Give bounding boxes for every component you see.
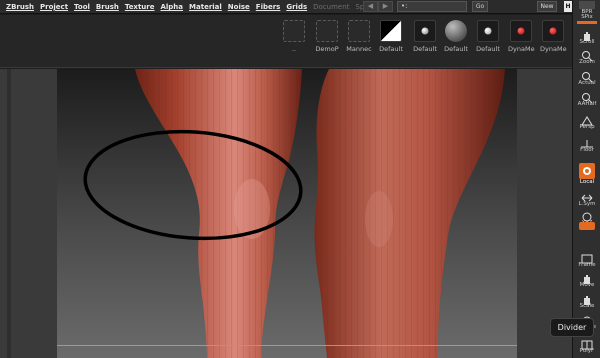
shelf-slot-dynamesh-1[interactable]: DynaMe (508, 20, 535, 53)
back-arrow-icon[interactable]: ◀ (363, 1, 378, 12)
shelf-slot-mannequin[interactable]: Mannec (346, 20, 372, 53)
help-button[interactable]: H (564, 1, 572, 12)
shelf-slot-default-sphere[interactable]: Default (412, 20, 438, 53)
tool-zoom[interactable]: Zoom (575, 47, 599, 66)
move-icon (579, 270, 595, 284)
right-tray[interactable] (517, 69, 572, 358)
shelf-slot-history[interactable]: .. (281, 20, 307, 53)
shelf-slot-default-large-sphere[interactable]: Default (443, 20, 469, 53)
spix-slider-bar (577, 21, 597, 24)
mannequin-icon (348, 20, 370, 42)
aahalf-icon (579, 89, 595, 104)
menu-grids[interactable]: Grids (286, 2, 307, 12)
spix-label: SPix (581, 14, 593, 20)
demo-project-icon (316, 20, 338, 42)
shelf-slot-label: Mannec (346, 45, 372, 53)
xyz-rotate-icon (579, 208, 595, 222)
menu-brush[interactable]: Brush (96, 2, 119, 12)
bpr-icon (579, 1, 595, 9)
shelf-slot-label: .. (291, 45, 297, 53)
dynamesh-icon (542, 20, 564, 42)
zoom-icon (579, 47, 595, 62)
default-sphere-icon (414, 20, 436, 42)
shelf-slot-demoproject[interactable]: DemoP (314, 20, 340, 53)
shelf-slot-default-material[interactable]: Default (378, 20, 404, 53)
document-canvas[interactable] (57, 69, 517, 358)
tool-polyf[interactable]: PolyF (575, 336, 599, 355)
menu-material[interactable]: Material (189, 2, 222, 12)
tool-actual[interactable]: Actual (575, 68, 599, 87)
tool-aahalf[interactable]: AAHalf (575, 89, 599, 108)
shelf-slot-label: DemoP (315, 45, 339, 53)
spix-slider[interactable]: SPix (575, 14, 599, 24)
menu-noise[interactable]: Noise (228, 2, 250, 12)
local-symmetry-icon (579, 189, 595, 202)
tool-scale[interactable]: Scale (575, 291, 599, 310)
3d-model-viewport[interactable] (57, 69, 517, 358)
go-button[interactable]: Go (472, 1, 488, 12)
actual-size-icon (579, 68, 595, 83)
menu-fibers[interactable]: Fibers (256, 2, 281, 12)
tool-persp[interactable]: Persp (575, 112, 599, 131)
shelf-slot-label: Default (413, 45, 437, 53)
y-axis-icon (579, 222, 595, 230)
menu-alpha[interactable]: Alpha (160, 2, 183, 12)
quick-search-input[interactable]: •: (397, 1, 467, 12)
default-small-sphere-icon (477, 20, 499, 42)
dynamesh-icon (510, 20, 532, 42)
left-tray-rail[interactable] (7, 69, 11, 358)
new-button[interactable]: New (537, 1, 557, 12)
shelf-slot-label: Default (476, 45, 500, 53)
shelf-slot-label: DynaMe (540, 45, 567, 53)
menu-texture[interactable]: Texture (125, 2, 155, 12)
tool-frame[interactable]: Frame (575, 250, 599, 269)
tool-local[interactable]: Local (575, 163, 599, 186)
polyframe-icon (579, 336, 595, 350)
scale-icon (579, 291, 595, 305)
tool-floor[interactable]: Floor (575, 135, 599, 154)
tool-lsym[interactable]: L.Sym (575, 189, 599, 208)
rotate-y-toggle[interactable] (575, 222, 599, 230)
floor-grid-icon (579, 135, 595, 148)
history-icon (283, 20, 305, 42)
tool-shelf: .. DemoP Mannec Default Default Default … (0, 15, 572, 68)
shelf-slot-default-small-sphere[interactable]: Default (475, 20, 501, 53)
right-leg-wireframe (314, 69, 505, 358)
forward-arrow-icon[interactable]: ▶ (378, 1, 393, 12)
perspective-icon (579, 112, 595, 126)
shelf-slot-dynamesh-2[interactable]: DynaMe (540, 20, 567, 53)
left-tray[interactable] (0, 69, 57, 358)
floor-grid-line (57, 345, 517, 346)
right-knee-highlight (365, 191, 393, 247)
shelf-slot-label: Default (379, 45, 403, 53)
default-material-icon (380, 20, 402, 42)
frame-icon (579, 250, 595, 264)
menu-zbrush[interactable]: ZBrush (6, 2, 34, 12)
menu-project[interactable]: Project (40, 2, 68, 12)
default-large-sphere-icon (445, 20, 467, 42)
shelf-slot-label: Default (444, 45, 468, 53)
tool-scroll[interactable]: Scroll (575, 27, 599, 46)
divider-tooltip: Divider (550, 318, 594, 337)
local-transform-icon (579, 163, 595, 179)
shelf-slot-label: DynaMe (508, 45, 535, 53)
menu-bar: ZBrush Project Tool Brush Texture Alpha … (0, 0, 572, 14)
right-tool-panel: BPR SPix Scroll Zoom Actual AAHalf Persp… (572, 0, 600, 358)
left-leg-wireframe (135, 69, 302, 358)
tool-move[interactable]: Move (575, 270, 599, 289)
hand-scroll-icon (579, 27, 595, 41)
history-arrows: ◀ ▶ (363, 1, 393, 12)
menu-document[interactable]: Document (313, 2, 349, 12)
main-menus: ZBrush Project Tool Brush Texture Alpha … (6, 2, 387, 12)
menu-tool[interactable]: Tool (74, 2, 90, 12)
